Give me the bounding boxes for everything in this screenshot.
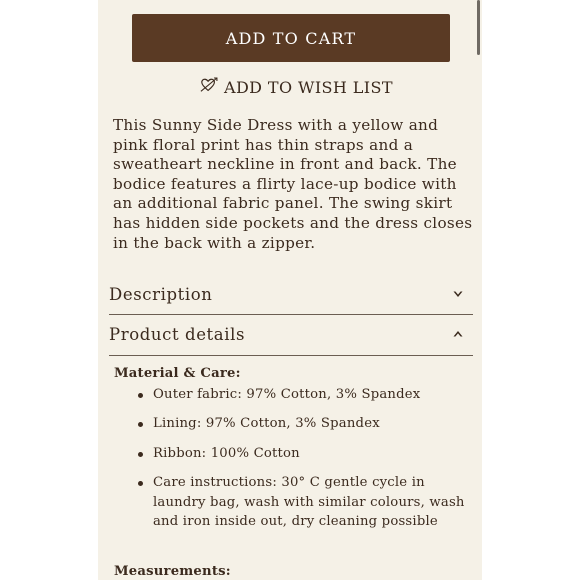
product-description-text: This Sunny Side Dress with a yellow and … — [113, 116, 473, 252]
scrollbar-thumb[interactable] — [477, 0, 480, 55]
wishlist-label: ADD TO WISH LIST — [224, 77, 393, 97]
list-item: Outer fabric: 97% Cotton, 3% Spandex — [138, 385, 470, 405]
chevron-down-icon — [453, 291, 463, 297]
list-item: Lining: 97% Cotton, 3% Spandex — [138, 414, 470, 434]
accordion-description[interactable]: Description — [109, 275, 473, 313]
list-item: Ribbon: 100% Cotton — [138, 444, 470, 464]
product-details-content: Material & Care: Outer fabric: 97% Cotto… — [114, 366, 470, 542]
accordion-product-details[interactable]: Product details — [109, 315, 473, 353]
add-to-wishlist-link[interactable]: ADD TO WISH LIST — [200, 76, 393, 98]
divider — [109, 355, 473, 356]
add-to-cart-button[interactable]: ADD TO CART — [132, 14, 450, 62]
heart-arrow-icon — [200, 76, 218, 98]
accordion-product-details-label: Product details — [109, 324, 246, 344]
measurements-heading: Measurements: — [114, 564, 231, 579]
list-item: Care instructions: 30° C gentle cycle in… — [138, 473, 470, 532]
material-care-heading: Material & Care: — [114, 366, 241, 381]
chevron-up-icon — [453, 331, 463, 337]
accordion-description-label: Description — [109, 284, 213, 304]
material-list: Outer fabric: 97% Cotton, 3% Spandex Lin… — [114, 385, 470, 532]
